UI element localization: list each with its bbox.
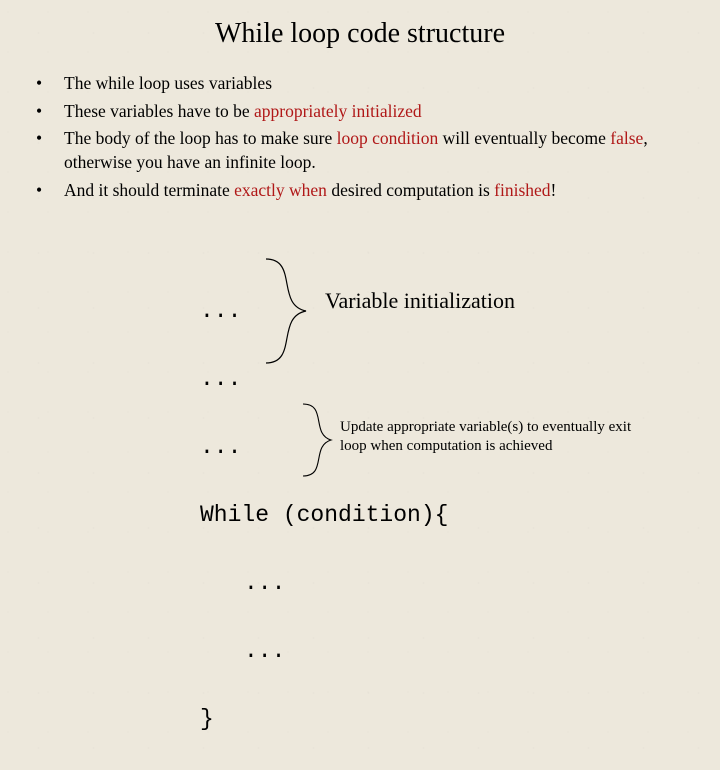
code-line: ... xyxy=(200,634,448,668)
annotation-update: Update appropriate variable(s) to eventu… xyxy=(340,418,660,456)
text-highlight: exactly when xyxy=(234,180,327,200)
code-line: ... xyxy=(200,566,448,600)
bullet-text: The body of the loop has to make sure lo… xyxy=(64,127,690,174)
bullet-text: The while loop uses variables xyxy=(64,72,690,96)
bullet-mark: • xyxy=(30,100,64,124)
annotation-init: Variable initialization xyxy=(325,288,515,314)
text-highlight: finished xyxy=(494,180,550,200)
bullet-item: • The body of the loop has to make sure … xyxy=(30,127,690,174)
code-line: } xyxy=(200,702,448,736)
text-highlight: false xyxy=(610,128,643,148)
bullet-item: • These variables have to be appropriate… xyxy=(30,100,690,124)
text-span: The body of the loop has to make sure xyxy=(64,128,337,148)
code-line: While (condition){ xyxy=(200,498,448,532)
slide-title: While loop code structure xyxy=(0,0,720,50)
bullet-item: • And it should terminate exactly when d… xyxy=(30,179,690,203)
text-highlight: loop condition xyxy=(337,128,439,148)
bullet-text: And it should terminate exactly when des… xyxy=(64,179,690,203)
text-span: desired computation is xyxy=(327,180,494,200)
text-span: ! xyxy=(551,180,557,200)
bullet-mark: • xyxy=(30,127,64,174)
code-block: ... ... ... While (condition){ ... ... } xyxy=(200,260,448,770)
code-line: ... xyxy=(200,362,448,396)
bullet-list: • The while loop uses variables • These … xyxy=(30,72,690,202)
text-span: And it should terminate xyxy=(64,180,234,200)
bullet-mark: • xyxy=(30,179,64,203)
bullet-mark: • xyxy=(30,72,64,96)
text-highlight: appropriately initialized xyxy=(254,101,422,121)
brace-icon xyxy=(256,255,316,367)
bullet-text: These variables have to be appropriately… xyxy=(64,100,690,124)
text-span: These variables have to be xyxy=(64,101,254,121)
bullet-item: • The while loop uses variables xyxy=(30,72,690,96)
brace-icon xyxy=(297,400,337,480)
text-span: will eventually become xyxy=(438,128,610,148)
